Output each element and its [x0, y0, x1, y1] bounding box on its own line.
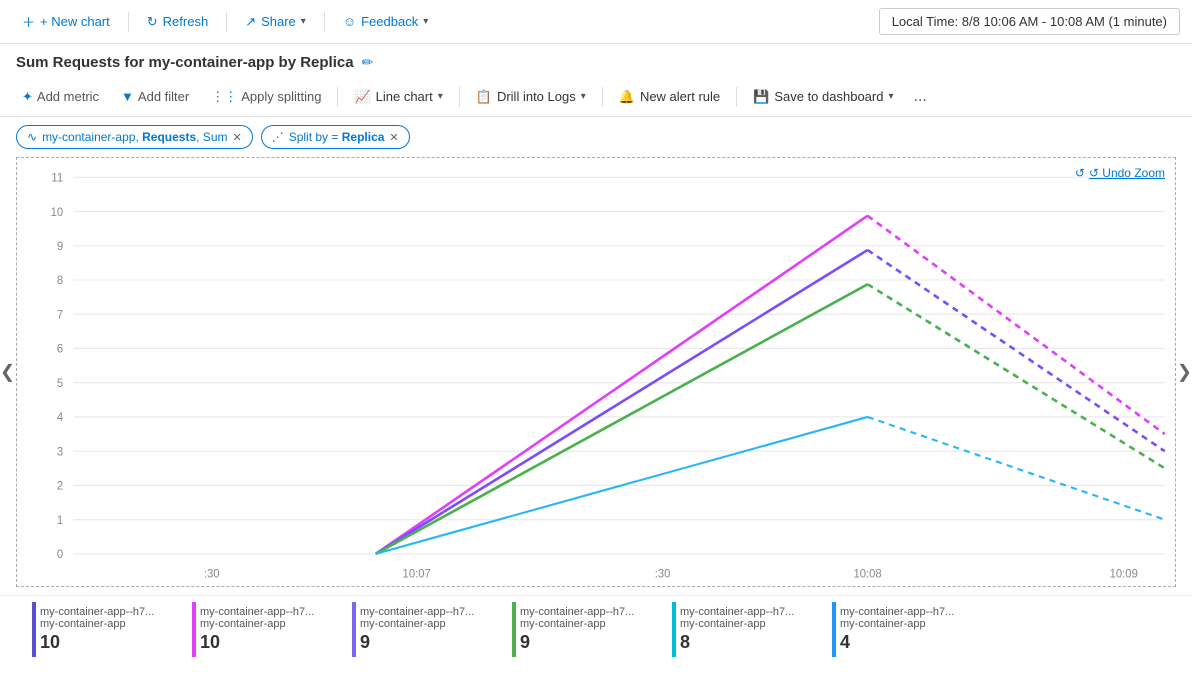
- drill-into-logs-button[interactable]: 📋 Drill into Logs ▾: [466, 84, 596, 110]
- split-pill-icon: ⋰: [272, 130, 284, 144]
- metrics-sep1: [337, 87, 338, 107]
- new-chart-button[interactable]: ＋ + New chart: [12, 7, 120, 36]
- plus-icon: ＋: [22, 12, 35, 31]
- share-button[interactable]: ↗ Share ▾: [235, 9, 316, 35]
- svg-text:10: 10: [51, 207, 64, 219]
- split-pill[interactable]: ⋰ Split by = Replica ✕: [261, 125, 410, 149]
- legend-value-4: 8: [680, 632, 824, 653]
- split-pill-text: Split by = Replica: [289, 130, 385, 144]
- legend-sub-1: my-container-app: [200, 618, 344, 630]
- svg-text:11: 11: [51, 172, 63, 184]
- chart-title: Sum Requests for my-container-app by Rep…: [16, 54, 354, 71]
- edit-title-icon[interactable]: ✏: [362, 54, 374, 71]
- metric-pill-close[interactable]: ✕: [232, 131, 241, 144]
- legend-label-3: my-container-app--h7...: [520, 606, 664, 618]
- feedback-dropdown-arrow: ▾: [423, 16, 428, 27]
- time-range-selector[interactable]: Local Time: 8/8 10:06 AM - 10:08 AM (1 m…: [879, 8, 1180, 35]
- chart-title-area: Sum Requests for my-container-app by Rep…: [0, 44, 1192, 77]
- line-chart-icon: 📈: [354, 89, 370, 105]
- legend-item-1[interactable]: my-container-app--h7... my-container-app…: [192, 602, 352, 657]
- svg-text:8: 8: [57, 275, 63, 287]
- legend-sub-0: my-container-app: [40, 618, 184, 630]
- svg-text::30: :30: [655, 568, 671, 580]
- metric-pill[interactable]: ∿ my-container-app, Requests, Sum ✕: [16, 125, 253, 149]
- separator3: [324, 12, 325, 32]
- chart-svg: .grid-line { stroke: #e8e8e8; stroke-wid…: [17, 158, 1175, 586]
- legend-area: my-container-app--h7... my-container-app…: [0, 595, 1192, 657]
- undo-zoom-button[interactable]: ↺ ↺ Undo Zoom: [1075, 166, 1165, 180]
- legend-item-4[interactable]: my-container-app--h7... my-container-app…: [672, 602, 832, 657]
- svg-text:4: 4: [57, 412, 64, 424]
- chart-wrapper: ❮ ↺ ↺ Undo Zoom .grid-line { stroke: #e8…: [0, 157, 1192, 587]
- share-icon: ↗: [245, 14, 256, 30]
- svg-text:0: 0: [57, 549, 63, 561]
- legend-sub-5: my-container-app: [840, 618, 984, 630]
- legend-label-0: my-container-app--h7...: [40, 606, 184, 618]
- legend-label-5: my-container-app--h7...: [840, 606, 984, 618]
- svg-text:7: 7: [57, 309, 63, 321]
- legend-item-5[interactable]: my-container-app--h7... my-container-app…: [832, 602, 992, 657]
- more-options-button[interactable]: ...: [906, 83, 935, 111]
- legend-item-2[interactable]: my-container-app--h7... my-container-app…: [352, 602, 512, 657]
- svg-text:3: 3: [57, 446, 63, 458]
- legend-label-4: my-container-app--h7...: [680, 606, 824, 618]
- save-to-dashboard-button[interactable]: 💾 Save to dashboard ▾: [743, 84, 903, 110]
- metric-pill-icon: ∿: [27, 130, 37, 144]
- line-chart-arrow: ▾: [438, 91, 443, 102]
- save-icon: 💾: [753, 89, 769, 105]
- chart-container: ↺ ↺ Undo Zoom .grid-line { stroke: #e8e8…: [16, 157, 1176, 587]
- new-alert-rule-button[interactable]: 🔔 New alert rule: [609, 84, 730, 110]
- filter-pills-area: ∿ my-container-app, Requests, Sum ✕ ⋰ Sp…: [0, 117, 1192, 157]
- refresh-button[interactable]: ↻ Refresh: [137, 9, 218, 35]
- svg-text:9: 9: [57, 241, 63, 253]
- filter-icon: ▼: [121, 89, 134, 104]
- legend-value-2: 9: [360, 632, 504, 653]
- drill-icon: 📋: [476, 89, 492, 105]
- legend-value-3: 9: [520, 632, 664, 653]
- legend-value-0: 10: [40, 632, 184, 653]
- legend-value-5: 4: [840, 632, 984, 653]
- add-metric-icon: ✦: [22, 89, 33, 105]
- metrics-sep4: [736, 87, 737, 107]
- splitting-icon: ⋮⋮: [211, 89, 237, 105]
- legend-sub-4: my-container-app: [680, 618, 824, 630]
- chart-nav-right[interactable]: ❯: [1177, 362, 1192, 383]
- add-metric-button[interactable]: ✦ Add metric: [12, 84, 109, 110]
- undo-zoom-icon: ↺: [1075, 166, 1085, 180]
- legend-label-1: my-container-app--h7...: [200, 606, 344, 618]
- metric-pill-text: my-container-app, Requests, Sum: [42, 130, 227, 144]
- metrics-sep2: [459, 87, 460, 107]
- svg-text:10:09: 10:09: [1110, 568, 1138, 580]
- refresh-icon: ↻: [147, 14, 158, 30]
- svg-text::30: :30: [204, 568, 220, 580]
- metrics-sep3: [602, 87, 603, 107]
- legend-label-2: my-container-app--h7...: [360, 606, 504, 618]
- legend-item-0[interactable]: my-container-app--h7... my-container-app…: [32, 602, 192, 657]
- top-toolbar: ＋ + New chart ↻ Refresh ↗ Share ▾ ☺ Feed…: [0, 0, 1192, 44]
- split-pill-close[interactable]: ✕: [389, 131, 398, 144]
- svg-text:5: 5: [57, 378, 63, 390]
- feedback-icon: ☺: [343, 14, 356, 29]
- legend-sub-2: my-container-app: [360, 618, 504, 630]
- svg-text:6: 6: [57, 344, 63, 356]
- separator: [128, 12, 129, 32]
- svg-text:2: 2: [57, 481, 63, 493]
- save-arrow: ▾: [888, 91, 893, 102]
- drill-arrow: ▾: [581, 91, 586, 102]
- alert-icon: 🔔: [619, 89, 635, 105]
- svg-text:10:07: 10:07: [403, 568, 431, 580]
- line-chart-button[interactable]: 📈 Line chart ▾: [344, 84, 452, 110]
- add-filter-button[interactable]: ▼ Add filter: [111, 84, 199, 109]
- chart-nav-left[interactable]: ❮: [0, 362, 15, 383]
- svg-text:1: 1: [57, 515, 63, 527]
- metrics-toolbar: ✦ Add metric ▼ Add filter ⋮⋮ Apply split…: [0, 77, 1192, 117]
- legend-value-1: 10: [200, 632, 344, 653]
- feedback-button[interactable]: ☺ Feedback ▾: [333, 9, 438, 34]
- share-dropdown-arrow: ▾: [301, 16, 306, 27]
- legend-sub-3: my-container-app: [520, 618, 664, 630]
- svg-text:10:08: 10:08: [853, 568, 881, 580]
- separator2: [226, 12, 227, 32]
- apply-splitting-button[interactable]: ⋮⋮ Apply splitting: [201, 84, 331, 110]
- legend-item-3[interactable]: my-container-app--h7... my-container-app…: [512, 602, 672, 657]
